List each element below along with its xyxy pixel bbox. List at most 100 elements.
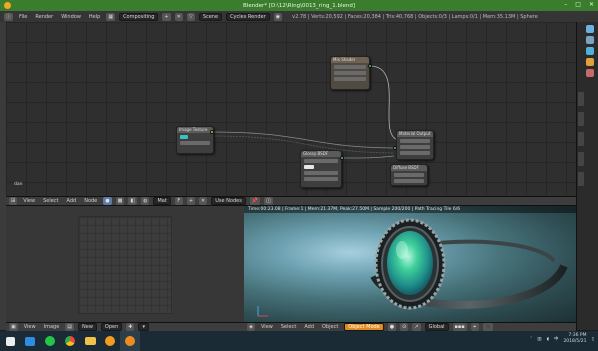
menu-help[interactable]: Help bbox=[87, 14, 102, 20]
use-nodes-checkbox[interactable]: Use Nodes bbox=[211, 197, 246, 205]
manipulator-icon[interactable]: ↗ bbox=[412, 323, 421, 331]
remove-layout-button[interactable]: ✕ bbox=[174, 12, 183, 21]
object-properties-icon[interactable] bbox=[586, 58, 594, 66]
node-editor-canvas[interactable]: dan Image Texture Mix Shader Material Ou… bbox=[6, 22, 576, 196]
panel-tab[interactable] bbox=[578, 152, 584, 166]
layer-buttons[interactable]: ▪▪▪ bbox=[452, 323, 467, 331]
node-field[interactable] bbox=[334, 71, 366, 75]
menu-add[interactable]: Add bbox=[302, 324, 316, 330]
material-selector[interactable]: Mat bbox=[153, 197, 171, 205]
node-image-texture[interactable]: Image Texture bbox=[176, 126, 214, 154]
node-field[interactable] bbox=[180, 141, 210, 145]
output-socket[interactable] bbox=[210, 130, 214, 134]
taskbar-app-active[interactable] bbox=[120, 331, 140, 351]
panel-tab[interactable] bbox=[578, 132, 584, 146]
layout-selector[interactable]: Compositing bbox=[119, 12, 159, 21]
orientation-selector[interactable]: Global bbox=[424, 323, 449, 331]
menu-select[interactable]: Select bbox=[279, 324, 298, 330]
color-field[interactable] bbox=[304, 165, 314, 169]
node-diffuse-bsdf[interactable]: Diffuse BSDF bbox=[390, 164, 428, 186]
render-engine-selector[interactable]: Cycles Render bbox=[226, 12, 270, 21]
node-glossy-bsdf[interactable]: Glossy BSDF bbox=[300, 150, 342, 188]
object-mode-selector[interactable]: Object Mode bbox=[344, 323, 384, 331]
taskbar-app[interactable] bbox=[40, 331, 60, 351]
output-socket[interactable] bbox=[340, 156, 344, 160]
editor-type-node-icon[interactable]: ⊞ bbox=[9, 197, 18, 205]
pin-icon[interactable]: 📌 bbox=[249, 197, 261, 205]
editor-type-image-icon[interactable]: ▣ bbox=[9, 323, 18, 331]
snap-icon[interactable]: ◫ bbox=[264, 197, 273, 205]
node-material-output[interactable]: Material Output bbox=[396, 130, 434, 160]
scene-icon[interactable]: ▽ bbox=[186, 12, 195, 21]
unlink-material-button[interactable]: ✕ bbox=[199, 197, 208, 205]
editor-type-info-icon[interactable]: ⓘ bbox=[4, 12, 14, 21]
ime-icon[interactable]: 中 bbox=[554, 336, 559, 342]
menu-view[interactable]: View bbox=[22, 324, 38, 330]
clock[interactable]: 7:36 PM 2018/5/21 bbox=[563, 333, 586, 345]
material-properties-icon[interactable] bbox=[586, 69, 594, 77]
taskbar-app[interactable] bbox=[60, 331, 80, 351]
node-field[interactable] bbox=[334, 65, 366, 69]
node-field[interactable] bbox=[304, 171, 338, 175]
rendered-viewport[interactable]: Time:00:23.08 | Frame:1 | Mem:21.37M, Pe… bbox=[244, 206, 576, 322]
pivot-icon[interactable]: ⊙ bbox=[400, 323, 409, 331]
menu-image[interactable]: Image bbox=[42, 324, 62, 330]
snap-icon[interactable]: ⌖ bbox=[470, 323, 479, 331]
node-field[interactable] bbox=[304, 159, 338, 163]
add-layout-button[interactable]: + bbox=[162, 12, 171, 21]
node-mix-shader[interactable]: Mix Shader bbox=[330, 56, 370, 90]
menu-add[interactable]: Add bbox=[65, 198, 79, 204]
scene-properties-icon[interactable] bbox=[586, 36, 594, 44]
output-socket[interactable] bbox=[368, 64, 372, 68]
properties-sidebar[interactable] bbox=[576, 22, 598, 330]
panel-tab[interactable] bbox=[578, 172, 584, 186]
image-browse-icon[interactable]: ▤ bbox=[65, 323, 75, 331]
node-field[interactable] bbox=[400, 151, 430, 155]
node-field[interactable] bbox=[400, 139, 430, 143]
open-image-button[interactable]: Open bbox=[100, 323, 123, 331]
node-field[interactable] bbox=[400, 145, 430, 149]
network-icon[interactable]: ▥ bbox=[537, 337, 541, 342]
pin-icon[interactable]: ✚ bbox=[126, 323, 135, 331]
add-material-button[interactable]: + bbox=[186, 197, 196, 205]
notification-icon[interactable]: ▯ bbox=[592, 337, 594, 342]
world-properties-icon[interactable] bbox=[586, 47, 594, 55]
shading-mode-icon[interactable]: ● bbox=[387, 323, 397, 331]
taskbar-app[interactable] bbox=[100, 331, 120, 351]
color-swatch[interactable] bbox=[180, 135, 188, 139]
compositing-nodes-icon[interactable]: ◧ bbox=[128, 197, 138, 205]
taskbar-app[interactable] bbox=[20, 331, 40, 351]
close-button[interactable]: ✕ bbox=[589, 1, 594, 8]
panel-tab[interactable] bbox=[578, 92, 584, 106]
uv-image-editor[interactable] bbox=[6, 206, 244, 322]
menu-node[interactable]: Node bbox=[82, 198, 99, 204]
maximize-button[interactable]: □ bbox=[575, 1, 581, 8]
menu-select[interactable]: Select bbox=[41, 198, 60, 204]
scene-selector[interactable]: Scene bbox=[198, 12, 223, 21]
menu-render[interactable]: Render bbox=[33, 14, 55, 20]
fake-user-button[interactable]: F bbox=[174, 197, 183, 205]
menu-window[interactable]: Window bbox=[59, 14, 83, 20]
panel-tab[interactable] bbox=[578, 112, 584, 126]
node-field[interactable] bbox=[394, 173, 424, 177]
taskbar-app[interactable] bbox=[80, 331, 100, 351]
volume-icon[interactable]: ◖ bbox=[547, 337, 549, 342]
material-sphere-icon[interactable]: ◍ bbox=[141, 197, 150, 205]
input-socket[interactable] bbox=[393, 146, 397, 150]
render-properties-icon[interactable] bbox=[586, 25, 594, 33]
node-field[interactable] bbox=[394, 179, 424, 183]
tray-chevron-icon[interactable]: ˄ bbox=[530, 337, 532, 342]
new-image-button[interactable]: New bbox=[78, 323, 97, 331]
node-field[interactable] bbox=[334, 77, 366, 81]
view-mode-selector[interactable]: ▾ bbox=[138, 323, 149, 331]
menu-view[interactable]: View bbox=[21, 198, 37, 204]
menu-object[interactable]: Object bbox=[320, 324, 340, 330]
menu-file[interactable]: File bbox=[17, 14, 29, 20]
shader-nodes-icon[interactable]: ● bbox=[103, 197, 112, 205]
layout-grid-icon[interactable]: ▦ bbox=[106, 12, 116, 21]
node-field[interactable] bbox=[304, 177, 338, 181]
editor-type-3dview-icon[interactable]: ◈ bbox=[247, 323, 255, 331]
render-camera-icon[interactable]: 🎥 bbox=[482, 323, 493, 331]
windows-start-button[interactable] bbox=[0, 331, 20, 351]
texture-nodes-icon[interactable]: ▩ bbox=[115, 197, 125, 205]
